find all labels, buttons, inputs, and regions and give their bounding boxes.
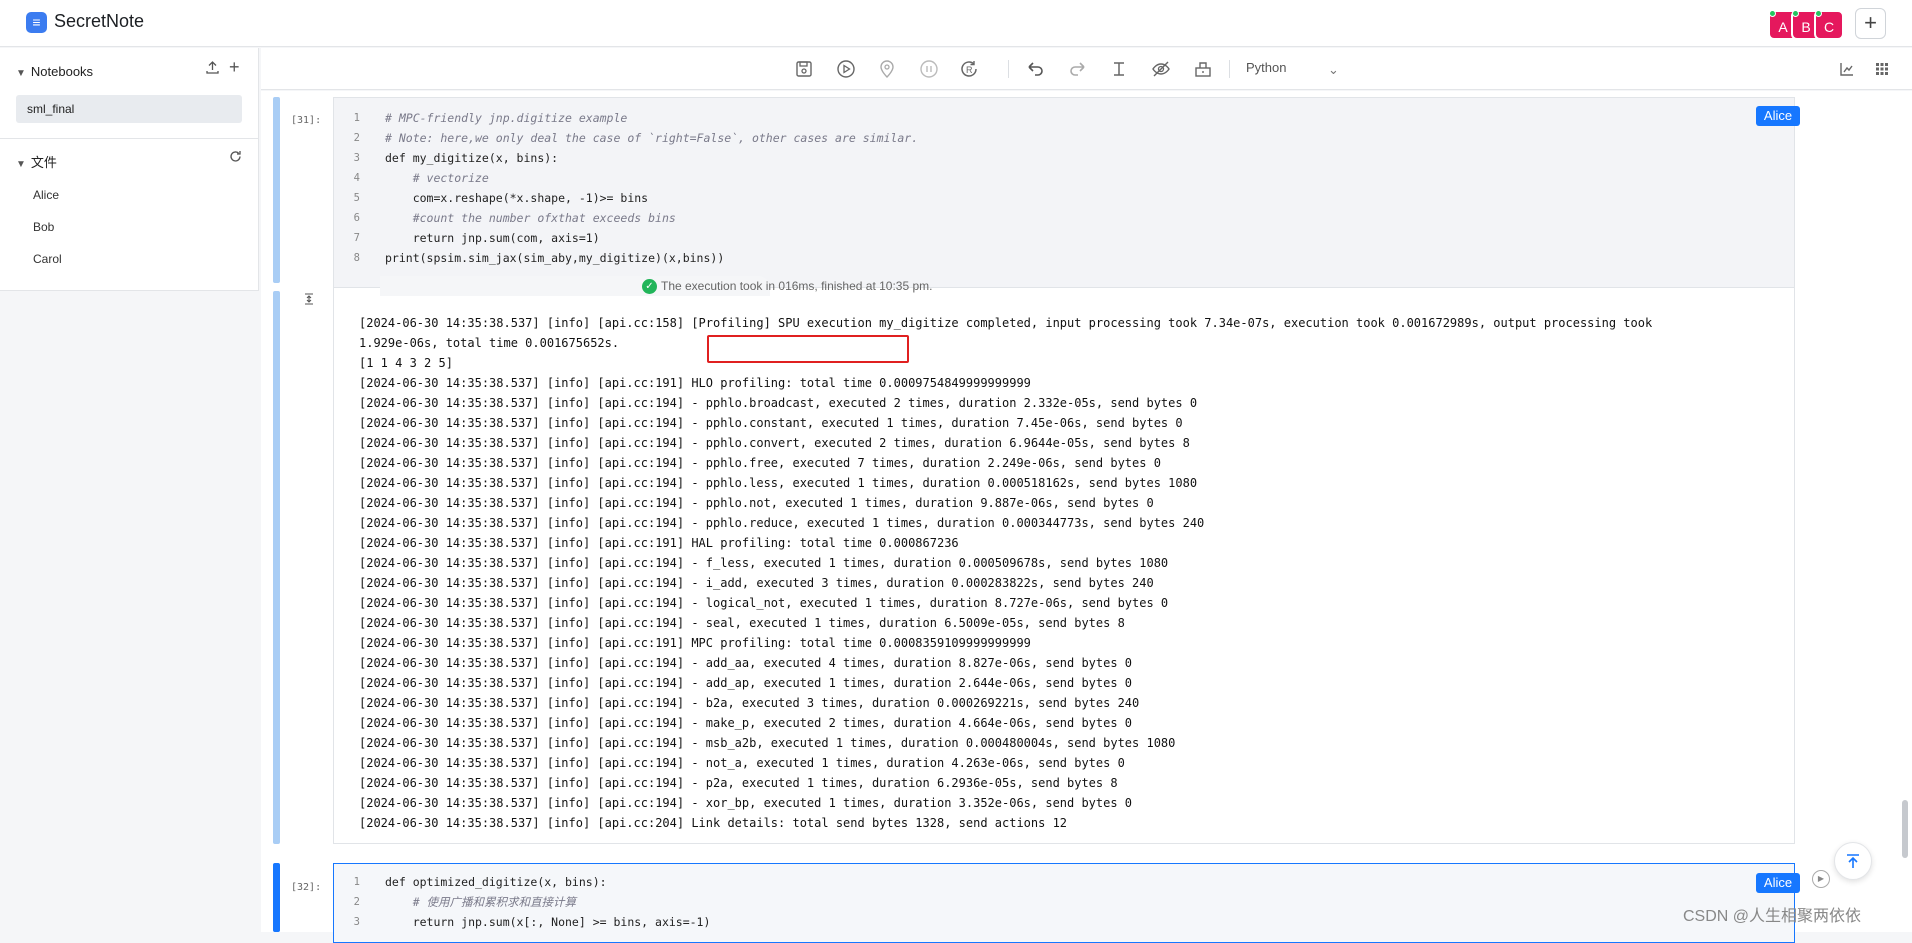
online-status-icon [1792, 10, 1799, 17]
cell-owner-badge: Alice [1756, 106, 1800, 126]
code-editor[interactable]: 1 # MPC-friendly jnp.digitize example 2 # … [333, 97, 1795, 288]
top-bar: ≡ SecretNote A B C + [0, 0, 1912, 47]
notebook-item-sml-final[interactable]: sml_final [16, 95, 242, 123]
output-line: [2024-06-30 14:35:38.537] [info] [api.cc… [359, 556, 1169, 570]
pause-icon[interactable] [917, 57, 941, 81]
output-line: [2024-06-30 14:35:38.537] [info] [api.cc… [359, 396, 1198, 410]
output-line: [2024-06-30 14:35:38.537] [info] [api.cc… [359, 796, 1133, 810]
run-cell-icon[interactable]: ▶ [1812, 870, 1830, 888]
output-line: [2024-06-30 14:35:38.537] [info] [api.cc… [359, 456, 1161, 470]
output-line: [2024-06-30 14:35:38.537] [info] [api.cc… [359, 436, 1190, 450]
cell-indicator[interactable] [273, 97, 280, 283]
add-collaborator-button[interactable]: + [1855, 8, 1886, 39]
output-line: [2024-06-30 14:35:38.537] [info] [api.cc… [359, 756, 1125, 770]
output-line: [2024-06-30 14:35:38.537] [info] [api.cc… [359, 636, 1031, 650]
chevron-down-icon: ▼ [16, 159, 26, 170]
run-icon[interactable] [834, 57, 858, 81]
output-line: [2024-06-30 14:35:38.537] [info] [api.cc… [359, 576, 1154, 590]
cell-execution-count: [32]: [291, 882, 322, 893]
output-line: [2024-06-30 14:35:38.537] [info] [api.cc… [359, 776, 1118, 790]
output-line: [2024-06-30 14:35:38.537] [info] [api.cc… [359, 816, 1068, 830]
refresh-icon[interactable] [228, 149, 243, 168]
svg-text:R: R [966, 65, 973, 75]
cell-output: [2024-06-30 14:35:38.537] [info] [api.cc… [333, 288, 1795, 844]
avatar[interactable]: C [1814, 10, 1844, 40]
sidebar: ▼ Notebooks + sml_final ▼ 文件 Alice Bob Car… [0, 48, 259, 291]
online-status-icon [1769, 10, 1776, 17]
highlight-annotation-box [707, 335, 909, 363]
online-status-icon [1815, 10, 1822, 17]
output-line: [2024-06-30 14:35:38.537] [info] [api.cc… [359, 496, 1154, 510]
language-select[interactable]: Python ⌄ [1246, 60, 1339, 77]
location-icon[interactable] [875, 57, 899, 81]
scroll-to-top-button[interactable] [1834, 842, 1872, 880]
cell-execution-count: [31]: [291, 115, 322, 126]
chevron-down-icon: ⌄ [1328, 62, 1339, 77]
output-line: [2024-06-30 14:35:38.537] [info] [api.cc… [359, 596, 1169, 610]
files-section-header[interactable]: ▼ 文件 [16, 152, 57, 171]
collapse-output-icon[interactable] [302, 292, 316, 306]
toolbar-divider [1229, 60, 1230, 78]
chevron-down-icon: ▼ [16, 68, 26, 79]
file-item-carol[interactable]: Carol [33, 252, 62, 266]
app-title: SecretNote [54, 11, 145, 31]
notebook-content: [31]: 1 # MPC-friendly jnp.digitize examp… [261, 91, 1912, 943]
save-icon[interactable] [792, 57, 816, 81]
restart-icon[interactable]: R [957, 57, 981, 81]
vertical-scrollbar[interactable] [1902, 800, 1908, 858]
output-line: [2024-06-30 14:35:38.537] [info] [api.cc… [359, 616, 1125, 630]
output-line: [2024-06-30 14:35:38.537] [info] [api.cc… [359, 536, 959, 550]
output-line: [2024-06-30 14:35:38.537] [info] [api.cc… [359, 476, 1198, 490]
output-line: [1 1 4 3 2 5] [359, 356, 453, 370]
tool-icon[interactable] [1191, 57, 1215, 81]
notebook-toolbar: R Python ⌄ [261, 48, 1912, 90]
output-line: [2024-06-30 14:35:38.537] [info] [api.cc… [359, 656, 1133, 670]
text-cursor-icon[interactable] [1107, 57, 1131, 81]
notebooks-section-header[interactable]: ▼ Notebooks [16, 64, 93, 79]
divider [0, 138, 259, 139]
upload-icon[interactable] [205, 60, 220, 79]
cell-indicator[interactable] [273, 863, 280, 932]
output-line: 1.929e-06s, total time 0.001675652s. [359, 336, 620, 350]
output-line: [2024-06-30 14:35:38.537] [info] [api.cc… [359, 716, 1133, 730]
grid-icon[interactable] [1870, 57, 1894, 81]
chart-icon[interactable] [1835, 57, 1859, 81]
output-indicator[interactable] [273, 291, 280, 844]
execution-status: ✓ The execution took in 016ms, finished … [380, 276, 933, 296]
output-line: [2024-06-30 14:35:38.537] [info] [api.cc… [359, 516, 1205, 530]
watermark: CSDN @人生相聚两依依 [1683, 908, 1862, 925]
add-notebook-icon[interactable]: + [229, 57, 240, 78]
cell-owner-badge: Alice [1756, 873, 1800, 893]
app-logo-icon: ≡ [26, 12, 47, 33]
output-line: [2024-06-30 14:35:38.537] [info] [api.cc… [359, 736, 1176, 750]
output-line: [2024-06-30 14:35:38.537] [info] [api.cc… [359, 696, 1140, 710]
output-line: [2024-06-30 14:35:38.537] [info] [api.cc… [359, 676, 1133, 690]
check-circle-icon: ✓ [642, 279, 657, 294]
output-line: [2024-06-30 14:35:38.537] [info] [api.cc… [359, 416, 1183, 430]
redo-icon[interactable] [1066, 57, 1090, 81]
hide-icon[interactable] [1149, 57, 1173, 81]
file-item-bob[interactable]: Bob [33, 220, 54, 234]
output-line: [2024-06-30 14:35:38.537] [info] [api.cc… [359, 316, 1653, 330]
file-item-alice[interactable]: Alice [33, 188, 59, 202]
code-editor[interactable]: 1 def optimized_digitize(x, bins): 2 # 使用… [333, 863, 1795, 943]
output-line: [2024-06-30 14:35:38.537] [info] [api.cc… [359, 376, 1031, 390]
undo-icon[interactable] [1023, 57, 1047, 81]
toolbar-divider [1008, 60, 1009, 78]
